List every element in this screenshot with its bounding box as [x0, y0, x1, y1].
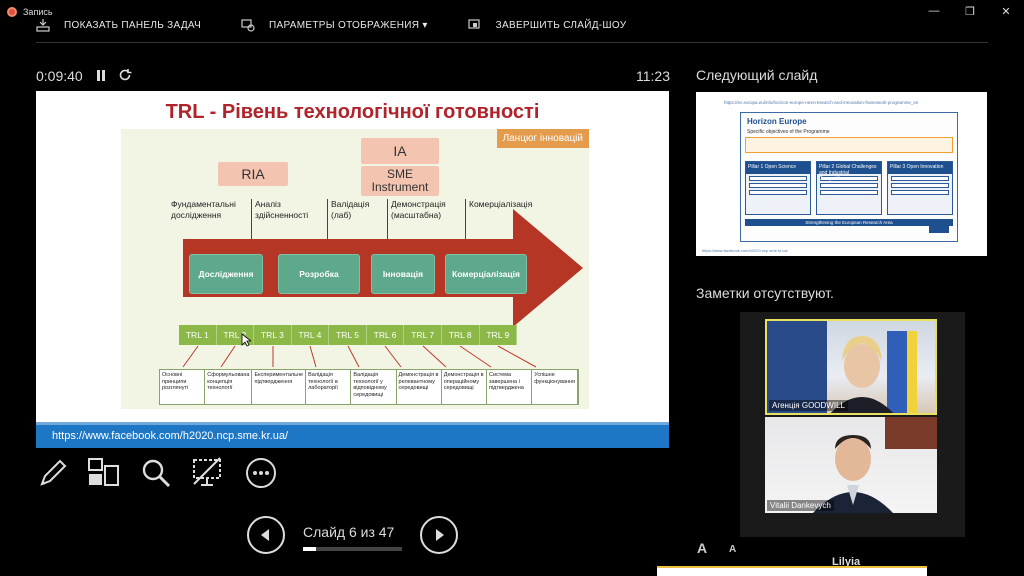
pillar-row — [749, 190, 807, 195]
trl-description: Успішне функціонування — [532, 370, 579, 404]
eu-flag-icon — [929, 221, 949, 233]
end-show-icon — [468, 19, 480, 29]
next-slide-button[interactable] — [420, 516, 458, 554]
decrease-font-button[interactable]: A — [729, 544, 736, 555]
mouse-cursor-icon — [241, 333, 251, 347]
slide-footer-url: https://www.facebook.com/h2020.ncp.sme.k… — [52, 430, 289, 442]
minimize-button[interactable]: — — [916, 0, 952, 22]
display-settings-icon — [241, 19, 255, 32]
restore-button[interactable]: ❐ — [952, 0, 988, 22]
increase-font-button[interactable]: A — [697, 540, 707, 556]
arrow-right-icon — [436, 529, 444, 541]
pillar-row — [891, 176, 949, 181]
pillar-row — [820, 183, 878, 188]
trl-description: Експериментальне підтвердження — [252, 370, 307, 404]
record-icon — [7, 7, 17, 17]
pillar-card: Pillar 1 Open Science — [745, 161, 811, 215]
pillar-row — [891, 190, 949, 195]
trl-description: Сформульована концепція технології — [205, 370, 253, 404]
notes-text: Заметки отсутствуют. — [696, 285, 834, 301]
pillar-heading: Pillar 3 Open Innovation — [888, 162, 952, 174]
pillar-card: Pillar 2 Global Challenges and Industria… — [816, 161, 882, 215]
display-settings-button[interactable]: ПАРАМЕТРЫ ОТОБРАЖЕНИЯ ▾ — [241, 18, 428, 32]
pillar-row — [891, 183, 949, 188]
trl-description: Валідація технології у відповідному сере… — [351, 370, 397, 404]
next-slide-title: Horizon Europe — [747, 117, 807, 126]
restart-timer-icon[interactable] — [118, 68, 132, 82]
innovation-chain-graphic: Ланцюг інновацій IA SME Instrument RIA Ф… — [121, 129, 589, 409]
next-slide-content: Horizon Europe Specific objectives of th… — [740, 112, 958, 242]
magnifier-icon — [142, 459, 171, 488]
pillar-row — [749, 176, 807, 181]
era-bar: Strengthening the European Research Area — [745, 219, 953, 226]
slide-progress-fill — [303, 547, 316, 551]
next-slide-subtitle: Specific objectives of the Programme — [747, 129, 830, 135]
trl-description: Демонстрація в операційному середовищі — [441, 370, 487, 404]
next-slide-label: Следующий слайд — [696, 67, 818, 83]
ellipsis-icon — [246, 458, 276, 488]
slide-footer: https://www.facebook.com/h2020.ncp.sme.k… — [36, 422, 669, 448]
trl-description: Демонстрація в релевантному середовищі — [396, 370, 442, 404]
screen-slash-icon — [193, 457, 221, 486]
pillar-heading: Pillar 2 Global Challenges and Industria… — [817, 162, 881, 182]
pillar-card: Pillar 3 Open Innovation — [887, 161, 953, 215]
bottom-popup-bar — [657, 566, 927, 576]
close-button[interactable]: ✕ — [988, 0, 1024, 22]
pillar-heading: Pillar 1 Open Science — [746, 162, 810, 174]
participant-name: Агенція GOODWILL — [769, 400, 848, 411]
trl-description: Валідація технології в лабораторії — [306, 370, 352, 404]
display-settings-label: ПАРАМЕТРЫ ОТОБРАЖЕНИЯ ▾ — [269, 19, 428, 31]
end-show-label: ЗАВЕРШИТЬ СЛАЙД-ШОУ — [495, 19, 627, 31]
arrow-left-icon — [261, 529, 269, 541]
show-taskbar-label: ПОКАЗАТЬ ПАНЕЛЬ ЗАДАЧ — [64, 19, 202, 31]
trl-description: Основні принципи розглянуті — [160, 370, 206, 404]
slide-title: TRL - Рівень технологічної готовності — [165, 101, 540, 123]
pillar-row — [820, 190, 878, 195]
current-time: 11:23 — [636, 68, 670, 84]
slide-progress-bar — [303, 547, 402, 551]
elapsed-timer: 0:09:40 — [36, 68, 83, 84]
next-slide-footer-url: https://www.facebook.com/h2020.ncp.sme.k… — [702, 248, 788, 253]
next-slide-preview[interactable]: https://ec.europa.eu/info/horizon-europe… — [696, 92, 987, 256]
pen-tool-button[interactable] — [36, 456, 70, 490]
slides-grid-icon — [88, 458, 119, 486]
pen-icon — [40, 459, 67, 486]
pillar-row — [749, 183, 807, 188]
see-all-slides-button[interactable] — [86, 456, 120, 490]
participant-avatar-icon — [813, 417, 937, 513]
trl-description: Система завершена і підтверджена — [486, 370, 533, 404]
pause-icon[interactable] — [96, 70, 106, 81]
trl-connector-arrows — [182, 345, 537, 368]
window-controls: — ❐ ✕ — [916, 0, 1024, 22]
next-slide-url: https://ec.europa.eu/info/horizon-europe… — [724, 100, 919, 105]
slide-counter: Слайд 6 из 47 — [303, 524, 395, 540]
objectives-box — [745, 137, 953, 153]
taskbar-icon — [36, 19, 50, 32]
participant-video[interactable]: Агенція GOODWILL — [765, 319, 937, 415]
black-screen-button[interactable] — [190, 456, 224, 490]
end-show-button[interactable]: ЗАВЕРШИТЬ СЛАЙД-ШОУ — [468, 18, 627, 32]
presenter-toolbar: ПОКАЗАТЬ ПАНЕЛЬ ЗАДАЧ ПАРАМЕТРЫ ОТОБРАЖЕ… — [36, 14, 666, 36]
show-taskbar-button[interactable]: ПОКАЗАТЬ ПАНЕЛЬ ЗАДАЧ — [36, 18, 201, 32]
participant-name: Vitalii Dankevych — [767, 500, 834, 511]
previous-slide-button[interactable] — [247, 516, 285, 554]
trl-description-row: Основні принципи розглянуті Сформульован… — [159, 369, 579, 405]
current-slide[interactable]: TRL - Рівень технологічної готовності Ла… — [36, 91, 669, 448]
participant-video[interactable]: Vitalii Dankevych — [765, 417, 937, 513]
toolbar-divider — [36, 42, 988, 43]
zoom-button[interactable] — [139, 456, 173, 490]
more-options-button[interactable] — [244, 456, 278, 490]
